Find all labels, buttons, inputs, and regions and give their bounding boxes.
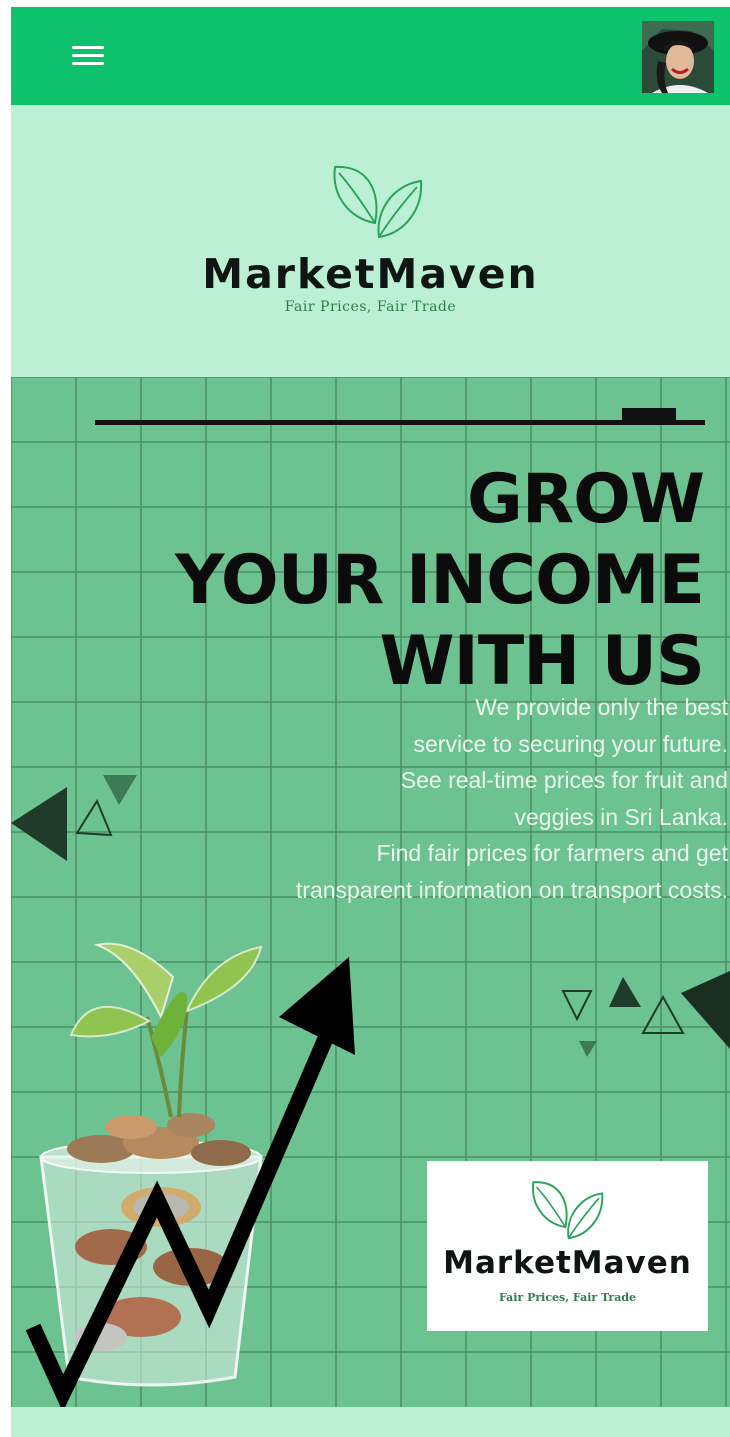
hero-headline: GROW YOUR INCOME WITH US bbox=[175, 459, 705, 702]
description-line: See real-time prices for fruit and bbox=[400, 767, 728, 793]
triangle-shape bbox=[75, 798, 113, 837]
bottom-strip bbox=[11, 1407, 730, 1437]
triangle-shape bbox=[681, 971, 730, 1049]
triangle-shape bbox=[11, 787, 67, 861]
brand-tagline: Fair Prices, Fair Trade bbox=[284, 299, 457, 315]
logo-card: MarketMaven Fair Prices, Fair Trade bbox=[427, 1161, 708, 1331]
twin-leaves-icon bbox=[532, 1181, 604, 1240]
triangle-shape bbox=[103, 775, 137, 805]
top-bar bbox=[11, 7, 730, 105]
triangle-shape bbox=[609, 977, 641, 1007]
triangle-shape bbox=[579, 1041, 597, 1057]
user-avatar[interactable] bbox=[642, 21, 714, 93]
avatar-photo bbox=[642, 21, 714, 93]
description-line: Find fair prices for farmers and get bbox=[376, 840, 728, 866]
description-line: service to securing your future. bbox=[413, 730, 728, 757]
triangle-shape bbox=[641, 994, 685, 1034]
plant-coin-jar-illustration bbox=[25, 942, 355, 1407]
description-line: transparent information on transport cos… bbox=[295, 876, 728, 903]
twin-leaves-icon bbox=[333, 165, 423, 239]
hamburger-menu-icon[interactable] bbox=[66, 40, 110, 72]
headline-line: YOUR INCOME bbox=[175, 541, 705, 620]
hero-description: We provide only the best service to secu… bbox=[296, 689, 728, 908]
description-line: We provide only the best bbox=[475, 694, 728, 720]
brand-header: MarketMaven Fair Prices, Fair Trade bbox=[11, 105, 730, 377]
app-frame: MarketMaven Fair Prices, Fair Trade GROW… bbox=[11, 7, 730, 1437]
headline-line: GROW bbox=[467, 460, 705, 539]
description-line: veggies in Sri Lanka. bbox=[514, 803, 728, 830]
triangle-shape bbox=[561, 990, 593, 1022]
brand-name: MarketMaven bbox=[202, 250, 539, 298]
logo-card-tagline: Fair Prices, Fair Trade bbox=[498, 1291, 637, 1304]
hero-banner: GROW YOUR INCOME WITH US We provide only… bbox=[11, 377, 730, 1407]
logo-card-name: MarketMaven bbox=[443, 1245, 692, 1281]
